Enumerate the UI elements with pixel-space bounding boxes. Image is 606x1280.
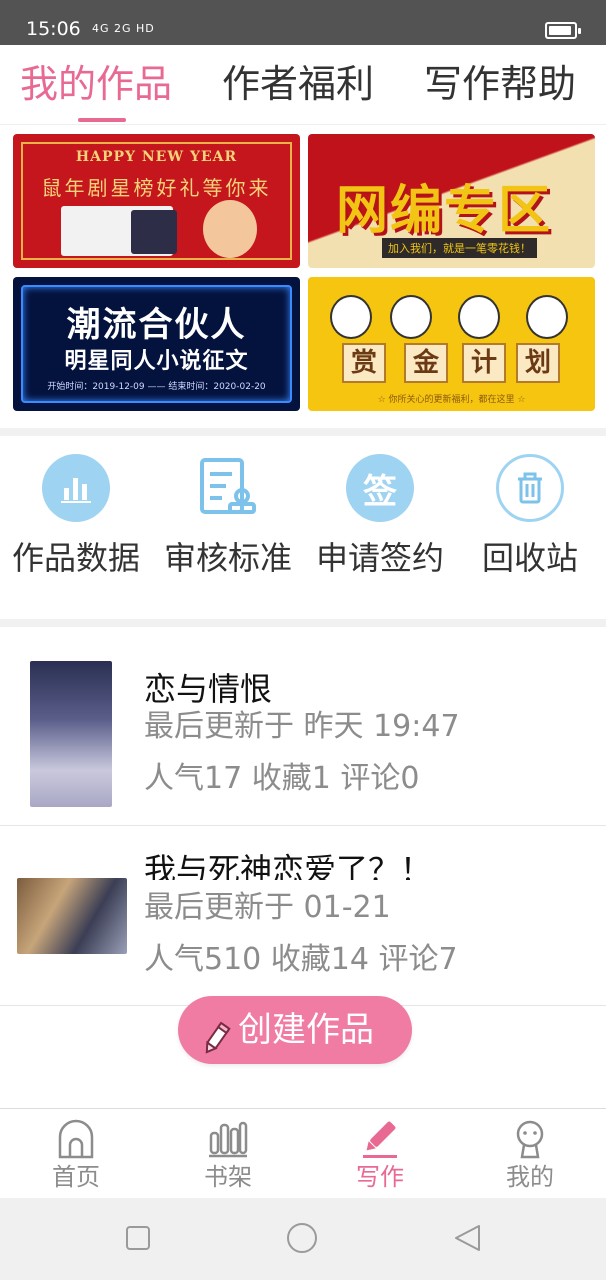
nav-label: 写作 xyxy=(356,1163,404,1191)
recents-button[interactable] xyxy=(122,1222,154,1254)
work-cover-image xyxy=(17,878,127,954)
work-updated-time: 最后更新于 昨天 19:47 xyxy=(144,709,460,744)
work-item[interactable]: 我与死神恋爱了？！ 最后更新于 01-21 人气510 收藏14 评论7 xyxy=(0,826,606,1006)
work-updated-time: 最后更新于 01-21 xyxy=(144,890,391,925)
banner-new-year-line1: HAPPY NEW YEAR xyxy=(75,149,238,165)
tool-label: 作品数据 xyxy=(11,539,140,577)
back-button[interactable] xyxy=(452,1222,484,1254)
status-time: 15:06 xyxy=(26,18,81,40)
tool-work-data[interactable]: 作品数据 xyxy=(0,450,152,578)
nav-label: 书架 xyxy=(204,1163,252,1191)
cat-face-image xyxy=(330,295,372,339)
cat-face-image xyxy=(526,295,568,339)
section-divider xyxy=(0,428,606,436)
banner-new-year-line2: 鼠年剧星榜好礼等你来 xyxy=(41,176,272,200)
nav-bookshelf[interactable]: 书架 xyxy=(152,1109,304,1199)
banner-bounty-plan[interactable]: 赏 金 计 划 ☆ 你所关心的更新福利，都在这里 ☆ xyxy=(308,277,595,411)
circle-icon xyxy=(287,1223,317,1253)
bounty-word: 金 xyxy=(404,343,448,383)
profile-icon xyxy=(509,1119,551,1159)
bounty-word: 赏 xyxy=(342,343,386,383)
mouse-mascot-image xyxy=(203,200,257,258)
home-button[interactable] xyxy=(286,1222,318,1254)
nav-home[interactable]: 首页 xyxy=(0,1109,152,1199)
work-title: 我与死神恋爱了？！ xyxy=(144,851,433,880)
work-stats: 人气17 收藏1 评论0 xyxy=(144,761,420,796)
tab-writing-help[interactable]: 写作帮助 xyxy=(424,61,576,107)
banner-editor-title: 网编专区 xyxy=(336,181,553,241)
tab-author-benefits[interactable]: 作者福利 xyxy=(222,61,374,107)
banner-new-year[interactable]: HAPPY NEW YEAR 鼠年剧星榜好礼等你来 xyxy=(13,134,300,268)
banner-partner-title: 潮流合伙人 xyxy=(66,305,247,345)
bounty-footer: ☆ 你所关心的更新福利，都在这里 ☆ xyxy=(377,395,526,405)
cat-illustrations xyxy=(330,291,580,345)
tool-label: 回收站 xyxy=(481,539,578,577)
trash-icon xyxy=(496,454,564,522)
active-tab-indicator xyxy=(78,118,126,122)
tab-my-works[interactable]: 我的作品 xyxy=(20,61,172,107)
pencil-icon xyxy=(198,1012,234,1054)
banner-partner-dates: 开始时间：2019-12-09 —— 结束时间：2020-02-20 xyxy=(47,382,266,392)
tool-label: 申请签约 xyxy=(315,539,444,577)
top-tabs: 我的作品 作者福利 写作帮助 xyxy=(0,45,606,125)
work-stats: 人气510 收藏14 评论7 xyxy=(144,942,458,977)
work-title: 恋与情恨 xyxy=(144,670,273,705)
create-work-label: 创建作品 xyxy=(238,1010,374,1050)
bottom-nav: 首页 书架 写作 我的 xyxy=(0,1108,606,1198)
work-item[interactable]: 恋与情恨 最后更新于 昨天 19:47 人气17 收藏1 评论0 xyxy=(0,627,606,825)
pen-icon xyxy=(359,1119,401,1159)
banner-trend-partner[interactable]: 潮流合伙人 明星同人小说征文 开始时间：2019-12-09 —— 结束时间：2… xyxy=(13,277,300,411)
author-tools: 作品数据 审核标准 签 申请签约 回收站 xyxy=(0,436,606,619)
system-nav-bar xyxy=(0,1198,606,1280)
nav-write[interactable]: 写作 xyxy=(304,1109,456,1199)
tool-recycle-bin[interactable]: 回收站 xyxy=(454,450,606,578)
tool-review-standards[interactable]: 审核标准 xyxy=(152,450,304,578)
banner-grid: HAPPY NEW YEAR 鼠年剧星榜好礼等你来 网编专区 加入我们，就是一笔… xyxy=(0,126,606,428)
signal-icon: 4G 2G HD xyxy=(92,22,155,35)
works-list: 恋与情恨 最后更新于 昨天 19:47 人气17 收藏1 评论0 我与死神恋爱了… xyxy=(0,627,606,1007)
cat-face-image xyxy=(458,295,500,339)
document-stamp-icon xyxy=(194,454,262,522)
tool-label: 审核标准 xyxy=(163,539,292,577)
cat-face-image xyxy=(390,295,432,339)
square-icon xyxy=(126,1226,150,1250)
sign-icon: 签 xyxy=(346,454,414,522)
bar-chart-icon xyxy=(42,454,110,522)
triangle-back-icon xyxy=(455,1225,480,1251)
home-icon xyxy=(55,1119,97,1159)
banner-editor-zone[interactable]: 网编专区 加入我们，就是一笔零花钱！ xyxy=(308,134,595,268)
battery-icon xyxy=(545,22,581,39)
create-work-button[interactable]: 创建作品 xyxy=(178,996,412,1064)
banner-partner-subtitle: 明星同人小说征文 xyxy=(64,349,249,374)
bookshelf-icon xyxy=(207,1119,249,1159)
nav-profile[interactable]: 我的 xyxy=(454,1109,606,1199)
section-divider xyxy=(0,619,606,627)
banner-editor-subtitle: 加入我们，就是一笔零花钱！ xyxy=(382,238,537,258)
nav-label: 首页 xyxy=(52,1163,100,1191)
status-bar: 15:06 4G 2G HD xyxy=(0,0,606,45)
nav-label: 我的 xyxy=(506,1163,554,1191)
work-cover-image xyxy=(30,661,112,807)
bounty-word: 计 xyxy=(462,343,506,383)
tool-apply-contract[interactable]: 签 申请签约 xyxy=(304,450,456,578)
bounty-word: 划 xyxy=(516,343,560,383)
gift-box-image xyxy=(131,210,177,254)
